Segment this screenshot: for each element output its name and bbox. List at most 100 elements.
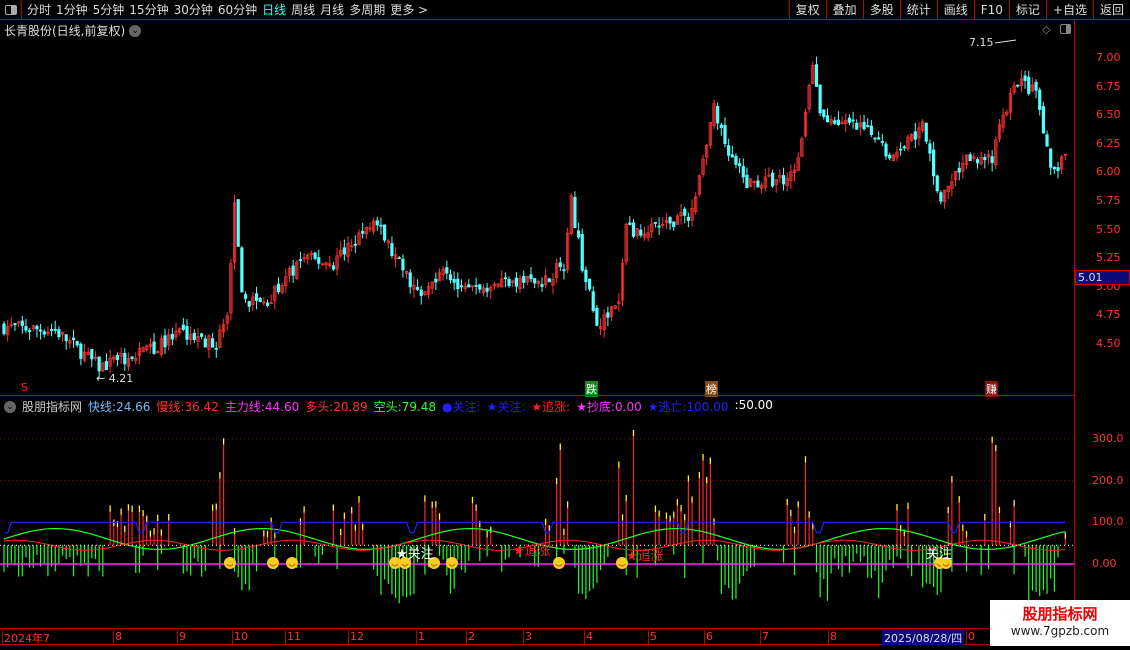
indicator-tick: 100.0: [1092, 515, 1124, 529]
candle-body: [719, 124, 723, 129]
indicator-number: 36.42: [184, 400, 219, 414]
date-axis[interactable]: 2024年7 8 9 10 11 12 1 2 3 4 5 6 7 8 2025/08/28/四 0: [0, 628, 1074, 645]
candle-body: [587, 278, 592, 290]
candle-body: [833, 120, 837, 124]
low-price-annotation: ← 4.21: [96, 372, 134, 385]
candle-body: [975, 159, 980, 164]
candle-body: [49, 329, 54, 332]
candle-body: [591, 291, 595, 311]
indicator-number: 24.66: [116, 400, 151, 414]
indicator-number: 100.00: [686, 400, 729, 414]
candle-body: [672, 221, 676, 228]
candle-body: [313, 252, 317, 259]
indicator-value: 快线:24.66: [88, 398, 150, 415]
candle-body: [503, 277, 507, 280]
candle-body: [75, 340, 79, 346]
candle-body: [902, 146, 906, 149]
watermark-logo: 股朋指标网 www.7gpzb.com: [990, 600, 1130, 646]
candle-body: [383, 224, 387, 241]
signal-tag: S: [21, 381, 28, 394]
candle-body: [247, 301, 251, 307]
indicator-menu-icon[interactable]: ⌄: [4, 400, 16, 413]
current-price-label: 5.01: [1075, 270, 1130, 285]
candle-body: [419, 289, 423, 296]
indicator-label: 慢线:: [156, 400, 185, 414]
candle-body: [478, 284, 482, 290]
candle-body: [928, 143, 932, 154]
indicator-label: 主力线:: [224, 400, 265, 414]
indicator-name[interactable]: 股朋指标网: [22, 398, 82, 415]
date-label: 3: [523, 630, 532, 645]
price-tick: 4.50: [1096, 337, 1121, 350]
candle-body: [668, 217, 672, 224]
candle-body: [931, 149, 936, 177]
candle-body: [869, 125, 873, 136]
candle-body: [576, 230, 581, 238]
candle-body: [573, 196, 577, 228]
indicator-label: ★追涨:: [531, 400, 571, 414]
indicator-signal-label: ★追涨: [513, 544, 551, 559]
candle-body: [631, 222, 636, 237]
smiley-icon: [553, 557, 565, 569]
candle-body: [291, 265, 295, 276]
candle-body: [657, 225, 661, 228]
candle-body: [452, 279, 456, 283]
date-label: 2: [466, 630, 475, 645]
indicator-label: 空头:: [373, 400, 402, 414]
candle-body: [1023, 75, 1027, 81]
candle-body: [115, 355, 120, 360]
candle-body: [163, 335, 167, 348]
candle-body: [716, 106, 720, 124]
indicator-signal-label: ★追涨: [626, 549, 664, 564]
price-and-indicator-chart[interactable]: [0, 0, 1130, 650]
candle-body: [1045, 134, 1049, 147]
candle-body: [243, 294, 248, 299]
candle-body: [968, 154, 972, 162]
candle-body: [379, 224, 383, 227]
candle-body: [130, 356, 134, 359]
candle-body: [533, 278, 537, 284]
candle-body: [818, 84, 822, 114]
candle-body: [53, 328, 57, 331]
candle-body: [415, 286, 420, 290]
indicator-label: ★关注:: [486, 400, 526, 414]
candle-body: [727, 145, 731, 156]
candle-body: [1034, 81, 1038, 91]
date-label: 10: [232, 630, 248, 645]
candle-body: [35, 325, 39, 330]
candle-body: [1041, 106, 1045, 134]
candle-body: [192, 332, 196, 340]
candle-body: [851, 119, 855, 122]
date-label: 8: [113, 630, 122, 645]
candle-body: [595, 307, 599, 326]
indicator-value: ★抄底:0.00: [576, 398, 642, 415]
candle-body: [240, 247, 244, 293]
date-label: 12: [348, 630, 364, 645]
pane-divider: [0, 395, 1074, 396]
candle-body: [104, 361, 109, 371]
candle-body: [24, 326, 28, 331]
candle-body: [884, 143, 888, 157]
candle-body: [38, 329, 43, 332]
indicator-value: 主力线:44.60: [225, 398, 299, 415]
indicator-value: 多头:20.89: [305, 398, 367, 415]
candle-body: [401, 258, 405, 271]
candle-body: [390, 243, 394, 257]
price-tick: 5.25: [1096, 251, 1121, 265]
candle-body: [1052, 166, 1056, 170]
candle-body: [20, 320, 24, 326]
candle-body: [331, 265, 335, 270]
candle-body: [562, 269, 566, 272]
candle-body: [342, 247, 346, 255]
candle-body: [200, 333, 204, 337]
indicator-tick: 200.0: [1092, 473, 1124, 487]
candle-body: [756, 180, 760, 188]
candle-body: [1049, 148, 1053, 168]
candle-body: [741, 166, 745, 178]
indicator-tick: 0.00: [1092, 557, 1117, 570]
axis-divider: [1074, 20, 1075, 630]
indicator-signal-label: 关注: [926, 547, 953, 562]
candle-body: [547, 278, 551, 283]
candle-body: [584, 269, 588, 283]
candle-body: [434, 278, 438, 283]
